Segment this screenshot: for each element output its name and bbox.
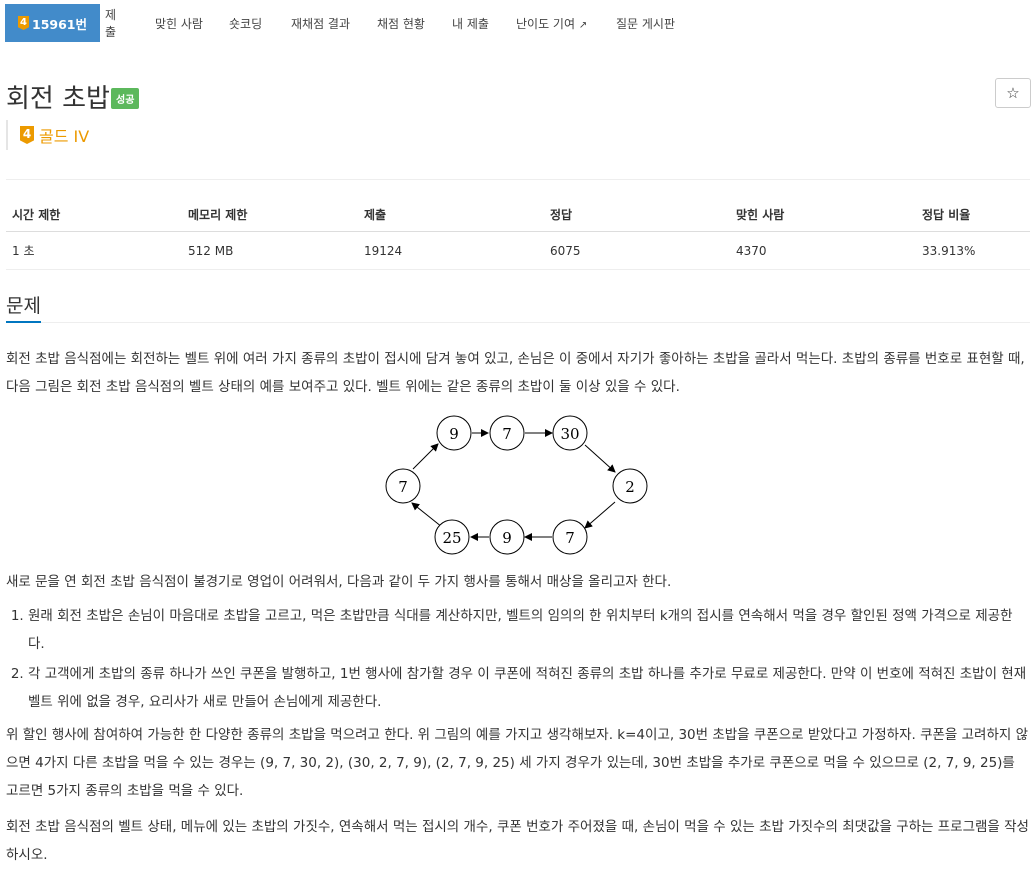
star-button[interactable]: ☆ [995, 78, 1031, 108]
cell-submissions: 19124 [358, 231, 544, 270]
nav-solved-users[interactable]: 맞힌 사람 [155, 15, 215, 32]
section-accent-line [6, 321, 41, 323]
problem-nav: 4 15961번 제출 맞힌 사람 숏코딩 재채점 결과 채점 현황 내 제출 … [5, 4, 675, 42]
belt-nodes: 9 7 30 2 7 9 25 7 [385, 415, 648, 555]
svg-text:9: 9 [502, 529, 512, 547]
cell-accept-ratio: 33.913% [916, 231, 1030, 270]
nav-my-submissions[interactable]: 내 제출 [452, 15, 502, 32]
sushi-belt-diagram: 9 7 30 2 7 9 25 7 [385, 415, 648, 555]
cell-time-limit: 1 초 [6, 231, 182, 270]
external-link-icon: ↗ [578, 19, 588, 31]
cell-memory-limit: 512 MB [182, 231, 358, 270]
nav-submit[interactable]: 제출 [105, 6, 116, 40]
node-5: 7 [552, 519, 588, 555]
problem-paragraph-4: 회전 초밥 음식점의 벨트 상태, 메뉴에 있는 초밥의 가짓수, 연속해서 먹… [6, 819, 1029, 863]
node-7: 25 [434, 519, 470, 555]
problem-paragraph-2: 새로 문을 연 회전 초밥 음식점이 불경기로 영업이 어려워서, 다음과 같이… [6, 574, 672, 590]
svg-text:7: 7 [502, 425, 512, 443]
cell-solved-users: 4370 [730, 231, 916, 270]
list-item: 각 고객에게 초밥의 종류 하나가 쓰인 쿠폰을 발행하고, 1번 행사에 참가… [28, 660, 1029, 716]
problem-paragraph-3: 위 할인 행사에 참여하여 가능한 한 다양한 종류의 초밥을 먹으려고 한다.… [6, 727, 1029, 799]
tier-badge-icon: 4 [20, 126, 34, 144]
nav-short-coding[interactable]: 숏코딩 [229, 15, 269, 32]
star-icon: ☆ [1006, 84, 1020, 102]
status-badge: 성공 [111, 88, 140, 109]
nav-difficulty-label: 난이도 기여 [516, 16, 576, 31]
cell-accepted: 6075 [544, 231, 730, 270]
nav-qna-board[interactable]: 질문 게시판 [616, 15, 686, 32]
svg-text:25: 25 [442, 529, 461, 547]
table-header-row: 시간 제한 메모리 제한 제출 정답 맞힌 사람 정답 비율 [6, 200, 1030, 232]
node-6: 9 [489, 519, 525, 555]
header-memory-limit: 메모리 제한 [182, 200, 358, 232]
section-title-problem: 문제 [6, 295, 41, 317]
nav-difficulty-contribution[interactable]: 난이도 기여 ↗ [516, 15, 606, 32]
problem-info-table: 시간 제한 메모리 제한 제출 정답 맞힌 사람 정답 비율 1 초 512 M… [6, 200, 1030, 270]
header-time-limit: 시간 제한 [6, 200, 182, 232]
node-8: 7 [385, 468, 421, 504]
header-accepted: 정답 [544, 200, 730, 232]
header-accept-ratio: 정답 비율 [916, 200, 1030, 232]
node-1: 9 [436, 415, 472, 451]
svg-text:30: 30 [560, 425, 579, 443]
tier-label[interactable]: 골드 IV [39, 123, 89, 147]
header-submissions: 제출 [358, 200, 544, 232]
nav-judge-status[interactable]: 채점 현황 [377, 15, 437, 32]
problem-number-label: 15961번 [32, 16, 87, 32]
node-2: 7 [489, 415, 525, 451]
tier-row: 4 골드 IV [6, 120, 89, 150]
node-4: 2 [612, 468, 648, 504]
problem-paragraph-1: 회전 초밥 음식점에는 회전하는 벨트 위에 여러 가지 종류의 초밥이 접시에… [6, 351, 1025, 395]
svg-text:7: 7 [565, 529, 575, 547]
event-rules-list: 원래 회전 초밥은 손님이 마음대로 초밥을 고르고, 먹은 초밥만큼 식대를 … [6, 602, 1029, 718]
list-item: 원래 회전 초밥은 손님이 마음대로 초밥을 고르고, 먹은 초밥만큼 식대를 … [28, 602, 1029, 658]
svg-text:7: 7 [398, 478, 408, 496]
table-row: 1 초 512 MB 19124 6075 4370 33.913% [6, 231, 1030, 270]
header-solved-users: 맞힌 사람 [730, 200, 916, 232]
svg-text:9: 9 [449, 425, 459, 443]
node-3: 30 [552, 415, 588, 451]
page-title: 회전 초밥 [6, 84, 110, 114]
svg-text:2: 2 [625, 478, 635, 496]
tier-badge-icon: 4 [18, 16, 29, 30]
nav-problem-number[interactable]: 4 15961번 [5, 4, 100, 42]
nav-rejudge-results[interactable]: 재채점 결과 [291, 15, 361, 32]
section-divider [6, 322, 1030, 323]
divider [6, 179, 1030, 180]
